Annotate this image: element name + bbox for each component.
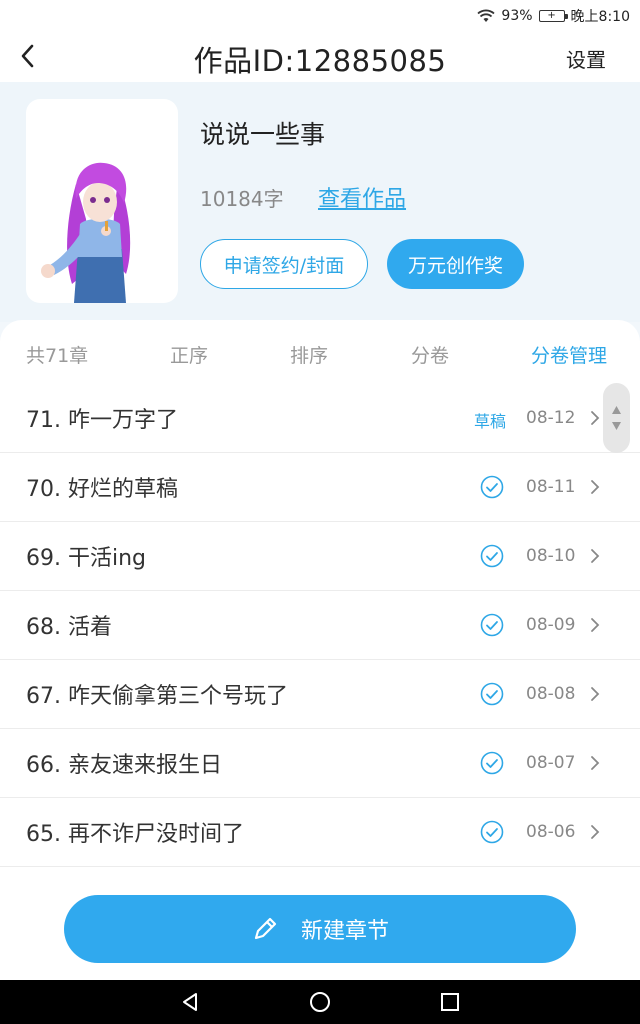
chevron-right-icon — [591, 687, 600, 701]
battery-percent: 93% — [501, 8, 533, 24]
chapter-row[interactable]: 67. 咋天偷拿第三个号玩了 08-08 — [0, 660, 640, 729]
nav-home-icon[interactable] — [308, 990, 332, 1014]
chapter-date: 08-09 — [526, 615, 576, 635]
work-title: 说说一些事 — [200, 120, 326, 149]
chevron-right-icon — [591, 549, 600, 563]
tab-volume-management[interactable]: 分卷管理 — [531, 341, 607, 368]
chapter-title: 67. 咋天偷拿第三个号玩了 — [26, 684, 288, 709]
nav-back-icon[interactable] — [178, 990, 202, 1014]
chapter-list: 71. 咋一万字了 草稿 08-12 70. 好烂的草稿 08-11 69. 干… — [0, 384, 640, 867]
published-check-icon — [480, 544, 504, 568]
wifi-icon — [477, 9, 496, 22]
chevron-right-icon — [591, 618, 600, 632]
view-work-link[interactable]: 查看作品 — [318, 181, 406, 213]
chapter-title: 69. 干活ing — [26, 546, 147, 571]
work-header: 说说一些事 10184字 查看作品 申请签约/封面 万元创作奖 — [0, 82, 640, 322]
system-nav-bar — [0, 980, 640, 1024]
chapter-panel: 共71章 正序 排序 分卷 分卷管理 71. 咋一万字了 草稿 08-12 70… — [0, 320, 640, 980]
chapter-row[interactable]: 70. 好烂的草稿 08-11 — [0, 453, 640, 522]
published-check-icon — [480, 820, 504, 844]
chevron-right-icon — [591, 756, 600, 770]
chapter-row[interactable]: 65. 再不诈尸没时间了 08-06 — [0, 798, 640, 867]
settings-button[interactable]: 设置 — [566, 44, 606, 73]
chapter-title: 70. 好烂的草稿 — [26, 477, 178, 502]
status-time: 晚上8:10 — [570, 9, 630, 25]
chapter-date: 08-07 — [526, 753, 576, 773]
new-chapter-button[interactable]: 新建章节 — [64, 895, 576, 963]
cover-image[interactable] — [26, 99, 178, 303]
status-bar-right: 93% + 晚上8:10 — [477, 6, 630, 26]
page-title: 作品ID:12885085 — [193, 44, 447, 78]
chapter-tabs: 共71章 正序 排序 分卷 分卷管理 — [0, 320, 640, 384]
status-bar: 93% + 晚上8:10 — [0, 0, 640, 30]
chapter-title: 66. 亲友速来报生日 — [26, 753, 222, 778]
published-check-icon — [480, 751, 504, 775]
chapter-title: 71. 咋一万字了 — [26, 408, 178, 433]
chapter-title: 68. 活着 — [26, 615, 112, 640]
title-bar: 作品ID:12885085 设置 — [0, 30, 640, 82]
chapter-count: 共71章 — [26, 345, 89, 367]
character-illustration — [41, 162, 131, 303]
chapter-row[interactable]: 66. 亲友速来报生日 08-07 — [0, 729, 640, 798]
arrow-down-icon — [612, 422, 621, 430]
published-check-icon — [480, 613, 504, 637]
chevron-right-icon — [591, 480, 600, 494]
chapter-date: 08-10 — [526, 546, 576, 566]
pencil-icon — [254, 917, 277, 940]
arrow-up-icon — [612, 406, 621, 414]
creation-award-button[interactable]: 万元创作奖 — [387, 239, 524, 289]
tab-volume[interactable]: 分卷 — [411, 341, 449, 368]
chapter-row[interactable]: 69. 干活ing 08-10 — [0, 522, 640, 591]
chapter-date: 08-12 — [526, 408, 576, 428]
new-chapter-label: 新建章节 — [300, 919, 389, 944]
chapter-row[interactable]: 71. 咋一万字了 草稿 08-12 — [0, 384, 640, 453]
chapter-date: 08-08 — [526, 684, 576, 704]
word-count: 10184字 — [200, 187, 284, 211]
scroll-handle[interactable] — [603, 383, 630, 453]
chapter-date: 08-06 — [526, 822, 576, 842]
tab-sort[interactable]: 排序 — [290, 341, 328, 368]
apply-contract-cover-button[interactable]: 申请签约/封面 — [200, 239, 368, 289]
chevron-right-icon — [591, 411, 600, 425]
chapter-title: 65. 再不诈尸没时间了 — [26, 822, 244, 847]
published-check-icon — [480, 682, 504, 706]
chevron-right-icon — [591, 825, 600, 839]
battery-icon: + — [538, 10, 568, 22]
draft-badge: 草稿 — [474, 412, 507, 431]
nav-recents-icon[interactable] — [438, 990, 462, 1014]
published-check-icon — [480, 475, 504, 499]
chapter-date: 08-11 — [526, 477, 576, 497]
tab-forward-order[interactable]: 正序 — [170, 341, 208, 368]
chapter-row[interactable]: 68. 活着 08-09 — [0, 591, 640, 660]
